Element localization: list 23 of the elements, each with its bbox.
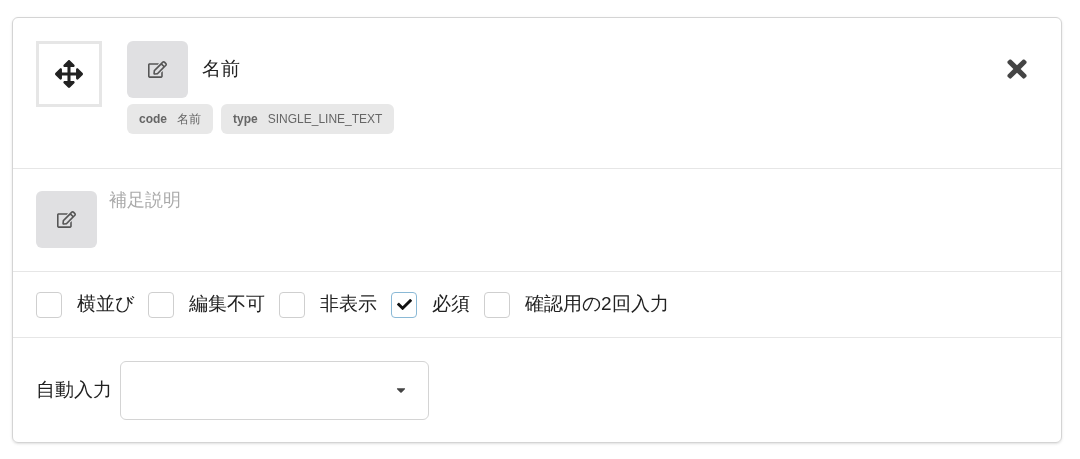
checkbox-label: 必須: [432, 292, 470, 317]
move-handle[interactable]: [36, 41, 102, 107]
description-field[interactable]: 補足説明: [109, 187, 1031, 247]
edit-button[interactable]: [36, 191, 97, 248]
checkbox-label: 確認用の2回入力: [525, 292, 669, 317]
edit-button[interactable]: [127, 41, 188, 98]
checkbox[interactable]: [391, 291, 417, 318]
check-icon: [396, 297, 412, 312]
checkbox[interactable]: [36, 291, 62, 318]
checkbox[interactable]: [148, 291, 174, 318]
checkbox-label: 編集不可: [189, 292, 265, 317]
checkbox[interactable]: [279, 291, 305, 318]
field-title: 名前: [202, 57, 240, 82]
auto-input-select[interactable]: [120, 360, 429, 420]
checkbox[interactable]: [484, 291, 510, 318]
move-icon: [55, 60, 83, 88]
checkbox-label: 非表示: [320, 292, 377, 317]
field-tag: type SINGLE_LINE_TEXT: [221, 104, 395, 134]
checkbox-label: 横並び: [77, 292, 134, 317]
field-tag: code 名前: [127, 104, 213, 134]
edit-icon: [57, 210, 76, 229]
auto-input-label: 自動入力: [36, 377, 112, 402]
edit-icon: [148, 60, 167, 79]
